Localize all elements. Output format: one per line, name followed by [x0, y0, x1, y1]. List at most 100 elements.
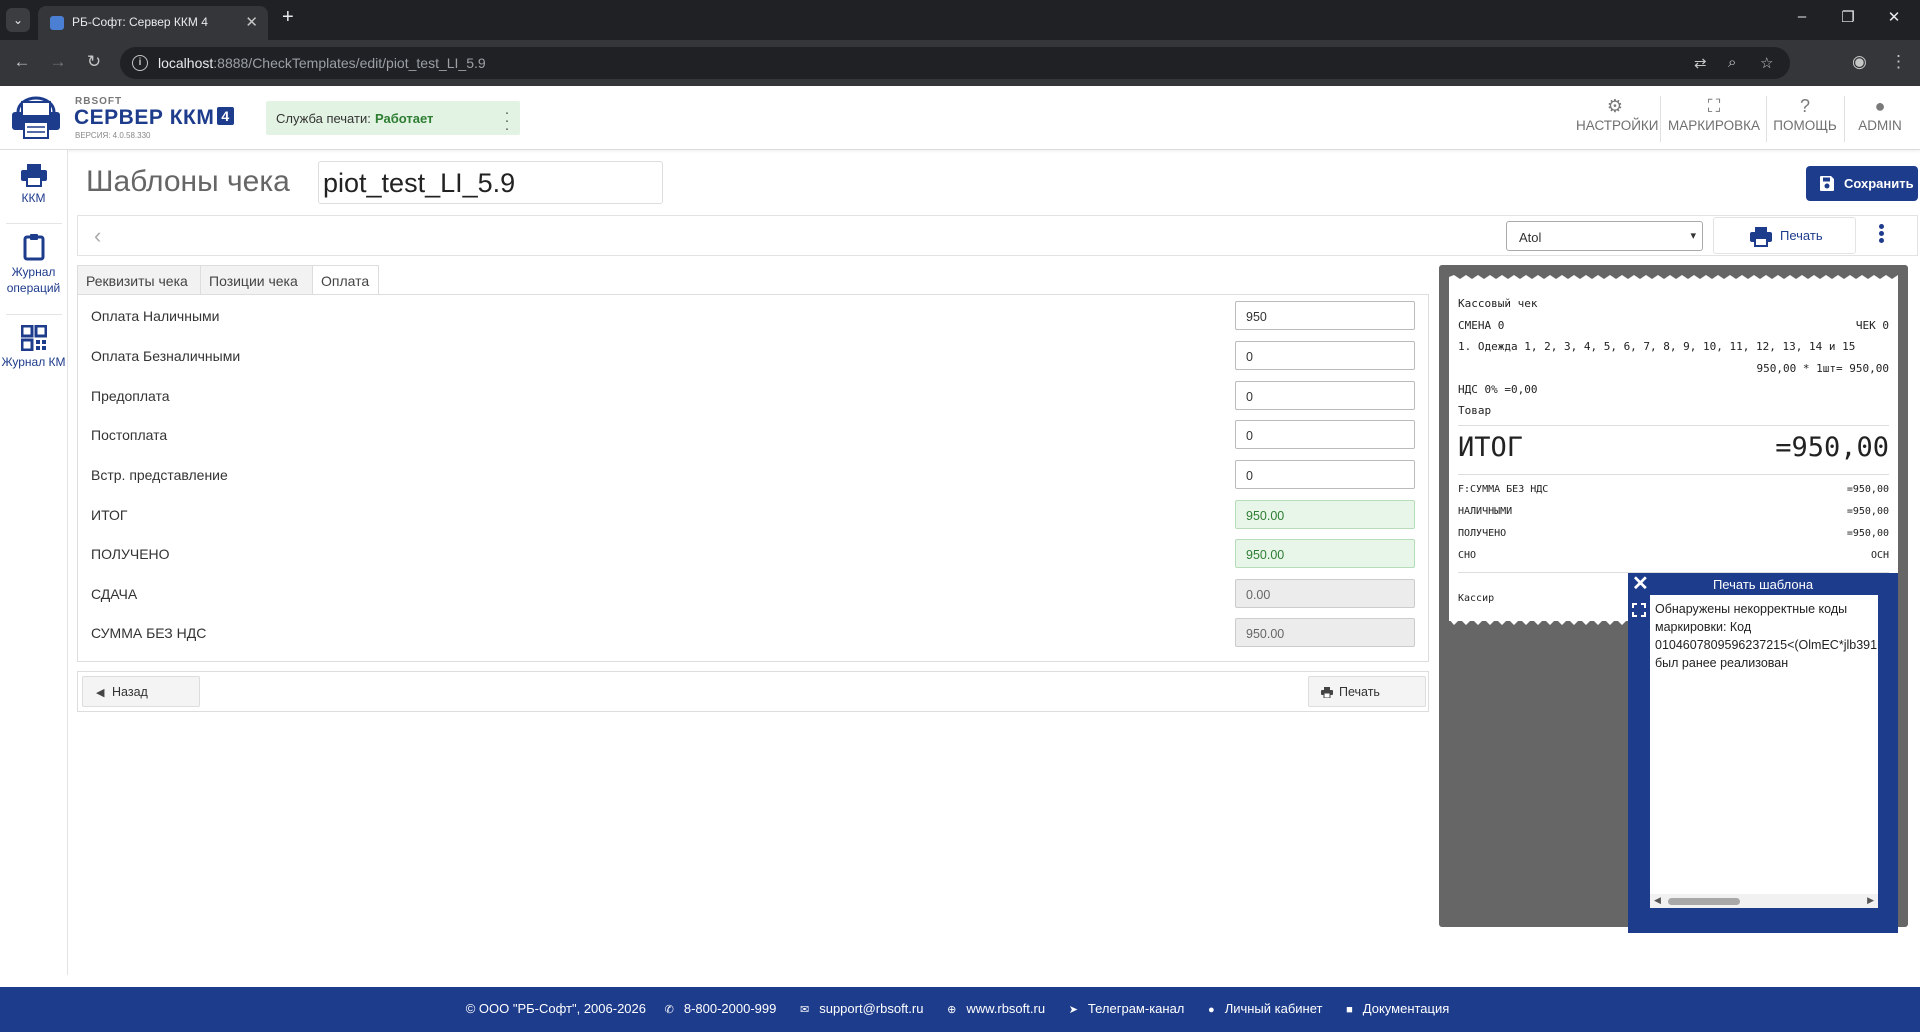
footer-cabinet-link[interactable]: ● Личный кабинет	[1203, 1001, 1327, 1016]
template-name-input[interactable]: piot_test_LI_5.9	[318, 161, 663, 204]
nav-marking[interactable]: ⛶ МАРКИРОВКА	[1668, 96, 1760, 133]
close-icon[interactable]: ✕	[1632, 574, 1649, 594]
tab-search-icon[interactable]: ⌄	[6, 8, 30, 32]
phone-icon: ✆	[664, 1004, 674, 1016]
form-row: Оплата Безналичными 0	[78, 335, 1428, 375]
receipt-total-label: ИТОГ	[1458, 432, 1524, 463]
expand-icon[interactable]	[1632, 603, 1646, 617]
nav-admin[interactable]: ● ADMIN	[1850, 96, 1910, 133]
print-service-label: Служба печати:	[276, 111, 371, 126]
receipt-shift: СМЕНА 0	[1458, 319, 1505, 332]
nav-settings[interactable]: ⚙ НАСТРОЙКИ	[1576, 96, 1658, 133]
received-input[interactable]: 950.00	[1235, 539, 1415, 568]
clipboard-icon	[23, 234, 44, 261]
tab-close-icon[interactable]: ✕	[245, 13, 258, 31]
received-label: ПОЛУЧЕНО	[91, 546, 170, 562]
tab-payment[interactable]: Оплата	[312, 265, 379, 295]
footer-email-link[interactable]: ✉ support@rbsoft.ru	[795, 1001, 928, 1016]
bookmark-star-icon[interactable]: ☆	[1760, 54, 1773, 72]
scroll-right-icon[interactable]: ▶	[1867, 895, 1874, 906]
logo-product: СЕРВЕР ККМ 4	[74, 106, 234, 130]
receipt-total-value: =950,00	[1775, 432, 1889, 463]
prepayment-input[interactable]: 0	[1235, 381, 1415, 410]
form-row: СДАЧА 0.00	[78, 573, 1428, 613]
browser-toolbar: ← → ↻ i localhost:8888/CheckTemplates/ed…	[0, 40, 1920, 86]
form-row: СУММА БЕЗ НДС 950.00	[78, 612, 1428, 652]
browser-tab[interactable]: РБ-Софт: Сервер ККМ 4 ✕	[38, 6, 268, 40]
telegram-icon: ➤	[1068, 1004, 1078, 1016]
receipt-line-value: =950,00	[1846, 528, 1889, 539]
translate-icon[interactable]: ⇄	[1694, 54, 1707, 72]
favicon-icon	[50, 16, 64, 30]
gear-icon: ⚙	[1606, 96, 1624, 116]
sum-without-vat-input: 950.00	[1235, 618, 1415, 647]
sidebar-item-kkm[interactable]: ККМ	[0, 163, 67, 206]
more-options-icon[interactable]	[1878, 224, 1886, 245]
driver-select[interactable]: Atol ▾	[1506, 221, 1703, 251]
zoom-icon[interactable]: ⌕	[1728, 54, 1736, 71]
footer-site-link[interactable]: ⊕ www.rbsoft.ru	[942, 1001, 1050, 1016]
book-icon: ■	[1346, 1004, 1353, 1016]
address-bar[interactable]: i localhost:8888/CheckTemplates/edit/pio…	[120, 47, 1790, 79]
receipt-line-label: ПОЛУЧЕНО	[1458, 528, 1507, 539]
scroll-thumb[interactable]	[1668, 898, 1740, 905]
profile-icon[interactable]: ◉	[1852, 52, 1867, 72]
payment-form: Оплата Наличными 950 Оплата Безналичными…	[77, 294, 1429, 662]
printer-icon	[1321, 687, 1333, 698]
print-button-top[interactable]: Печать	[1713, 217, 1856, 254]
footer-docs-link[interactable]: ■ Документация	[1341, 1001, 1454, 1016]
receipt-item-price: 950,00 * 1шт= 950,00	[1756, 362, 1889, 375]
new-tab-icon[interactable]: +	[282, 6, 294, 29]
sidebar-item-operations-log[interactable]: Журнал операций	[0, 233, 67, 296]
prepayment-label: Предоплата	[91, 388, 170, 404]
receipt-item-line: 1. Одежда 1, 2, 3, 4, 5, 6, 7, 8, 9, 10,…	[1458, 340, 1856, 353]
horizontal-scrollbar[interactable]: ◀ ▶	[1650, 894, 1878, 908]
left-sidebar: ККМ Журнал операций Журнал КМ	[0, 150, 68, 975]
receipt-title: Кассовый чек	[1458, 297, 1538, 310]
app-version: ВЕРСИЯ: 4.0.58.330	[75, 131, 151, 140]
print-service-value: Работает	[375, 111, 434, 126]
error-message: Обнаружены некорректные коды маркировки:…	[1655, 602, 1878, 670]
restore-icon[interactable]: ❐	[1838, 8, 1858, 26]
floppy-disk-icon	[1820, 176, 1834, 191]
window-close-icon[interactable]: ✕	[1884, 8, 1904, 26]
scan-code-icon: ⛶	[1707, 96, 1721, 116]
card-payment-input[interactable]: 0	[1235, 341, 1415, 370]
minimize-icon[interactable]: –	[1792, 8, 1812, 25]
counter-provision-input[interactable]: 0	[1235, 460, 1415, 489]
cash-payment-input[interactable]: 950	[1235, 301, 1415, 330]
forward-arrow-icon[interactable]: →	[47, 52, 69, 72]
browser-menu-icon[interactable]: ⋮	[1890, 52, 1907, 72]
total-input[interactable]: 950.00	[1235, 500, 1415, 529]
site-info-icon[interactable]: i	[132, 55, 148, 71]
save-button[interactable]: Сохранить	[1806, 166, 1918, 201]
editor-toolbar: ‹ Atol ▾ Печать	[77, 215, 1918, 256]
dialog-title: Печать шаблона	[1712, 577, 1814, 592]
chevron-left-icon[interactable]: ‹	[94, 223, 101, 249]
globe-icon: ⊕	[947, 1004, 957, 1016]
print-service-menu-icon[interactable]: · · ·	[504, 105, 510, 136]
sidebar-item-km-log[interactable]: Журнал КМ	[0, 325, 67, 370]
user-icon: ●	[1208, 1004, 1215, 1016]
printer-icon	[1750, 227, 1772, 247]
tab-check-details[interactable]: Реквизиты чека	[77, 265, 201, 295]
tab-check-items[interactable]: Позиции чека	[200, 265, 313, 295]
postpayment-input[interactable]: 0	[1235, 420, 1415, 449]
print-button-bottom[interactable]: Печать	[1308, 676, 1426, 707]
arrow-left-icon: ◀	[96, 687, 105, 699]
back-arrow-icon[interactable]: ←	[11, 52, 33, 72]
print-template-dialog: Печать шаблона ✕ Обнаружены некорректные…	[1628, 573, 1898, 933]
chevron-down-icon: ▾	[1690, 230, 1696, 242]
receipt-line-label: СНО	[1458, 550, 1477, 561]
scroll-left-icon[interactable]: ◀	[1654, 895, 1661, 906]
help-circle-icon: ?	[1799, 96, 1810, 116]
nav-help[interactable]: ? ПОМОЩЬ	[1772, 96, 1838, 133]
reload-icon[interactable]: ↻	[83, 52, 105, 72]
app-header: RBSOFT СЕРВЕР ККМ 4 ВЕРСИЯ: 4.0.58.330 Сл…	[0, 86, 1920, 150]
form-actions: ◀ Назад Печать	[77, 671, 1429, 712]
footer-telegram-link[interactable]: ➤ Телеграм-канал	[1064, 1001, 1190, 1016]
back-button[interactable]: ◀ Назад	[82, 676, 200, 707]
footer-phone-link[interactable]: ✆ 8-800-2000-999	[660, 1001, 782, 1016]
envelope-icon: ✉	[800, 1004, 810, 1016]
form-row: Постоплата 0	[78, 414, 1428, 454]
